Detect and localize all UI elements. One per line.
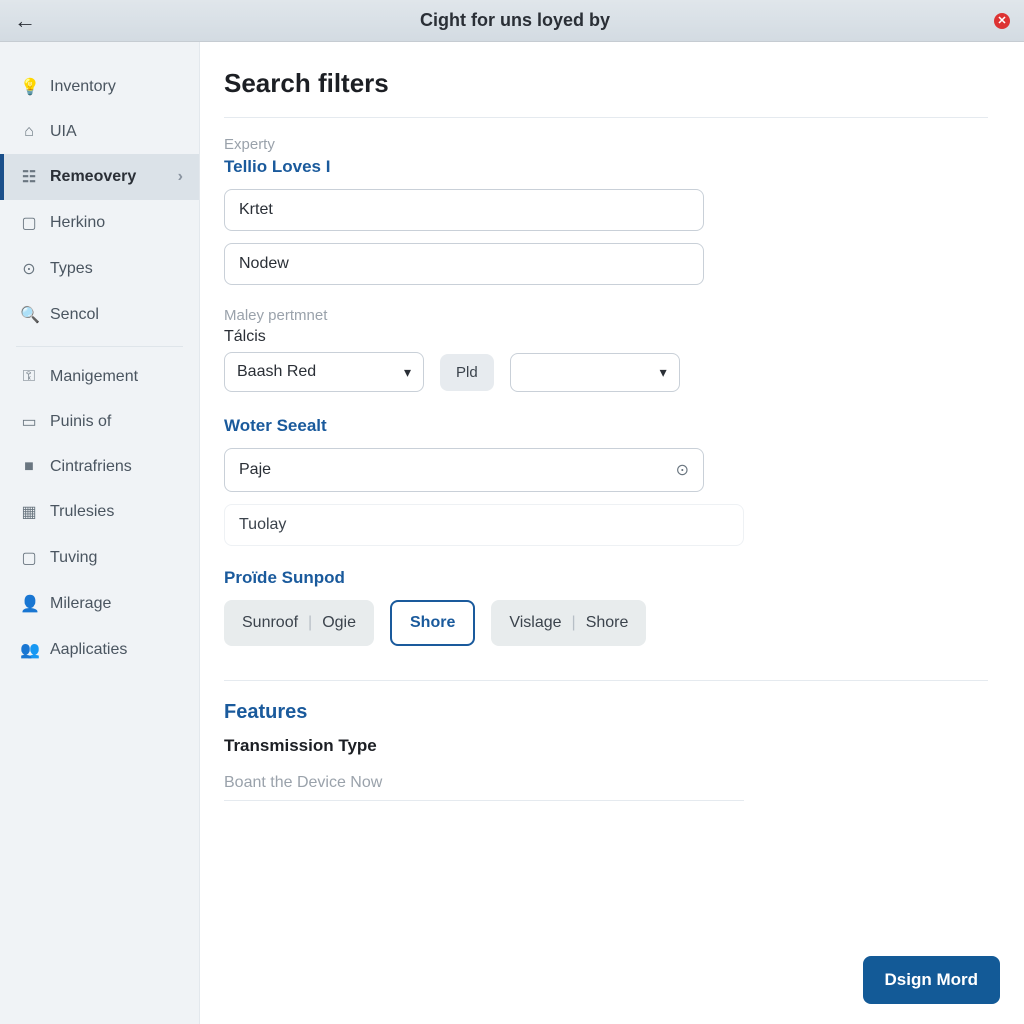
chip-sunroof-ogie[interactable]: Sunroof | Ogie xyxy=(224,600,374,646)
sidebar-item-label: Manigement xyxy=(50,368,138,386)
sidebar-item-trulesies[interactable]: ▦ Trulesies xyxy=(0,489,199,535)
sidebar: 💡 Inventory ⌂ UIA ☷ Remeovery › ▢ Herkin… xyxy=(0,42,200,1024)
sidebar-item-types[interactable]: ⊙ Types xyxy=(0,246,199,292)
group-title-woter: Woter Seealt xyxy=(224,416,988,436)
home-icon: ⌂ xyxy=(20,123,38,141)
sidebar-item-label: Sencol xyxy=(50,306,99,324)
group-note: Experty xyxy=(224,136,988,153)
square-icon: ■ xyxy=(20,458,38,476)
people-icon: 👥 xyxy=(20,640,38,660)
chip-text-b: Ogie xyxy=(322,614,356,632)
app-window: ← Cight for uns loyed by ✕ 💡 Inventory ⌂… xyxy=(0,0,1024,1024)
titlebar: ← Cight for uns loyed by ✕ xyxy=(0,0,1024,42)
sidebar-item-label: Trulesies xyxy=(50,503,114,521)
table-icon: ▦ xyxy=(20,502,38,522)
sidebar-item-label: Inventory xyxy=(50,78,116,96)
box-icon: ▢ xyxy=(20,548,38,568)
sidebar-item-manigement[interactable]: ⚿ Manigement xyxy=(0,355,199,399)
sidebar-item-label: Remeovery xyxy=(50,168,136,186)
clock-icon: ⊙ xyxy=(20,259,38,279)
sidebar-item-label: Milerage xyxy=(50,595,111,613)
sidebar-item-herkino[interactable]: ▢ Herkino xyxy=(0,200,199,246)
transmission-type-label: Transmission Type xyxy=(224,736,988,756)
talcis-row: Baash Red ▾ Pld ▾ xyxy=(224,352,988,392)
person-icon: 👤 xyxy=(20,594,38,614)
chevron-down-icon: ▾ xyxy=(660,364,667,381)
back-icon[interactable]: ← xyxy=(14,8,36,34)
rect-icon: ▭ xyxy=(20,412,38,432)
search-icon: 🔍 xyxy=(20,305,38,325)
sidebar-item-tuving[interactable]: ▢ Tuving xyxy=(0,535,199,581)
group-title-proide: Proïde Sunpod xyxy=(224,568,988,588)
nodew-input[interactable] xyxy=(239,255,689,273)
chip-shore[interactable]: Shore xyxy=(390,600,475,646)
window-title: Cight for uns loyed by xyxy=(36,10,994,31)
sidebar-item-label: UIA xyxy=(50,123,77,141)
main-content: Search filters Experty Tellio Loves I Ma… xyxy=(200,42,1024,1024)
sidebar-item-milerage[interactable]: 👤 Milerage xyxy=(0,581,199,627)
sidebar-item-label: Cintrafriens xyxy=(50,458,132,476)
sidebar-item-label: Puinis of xyxy=(50,413,111,431)
page-title: Search filters xyxy=(224,68,988,99)
group-title-tellio: Tellio Loves I xyxy=(224,157,988,177)
sidebar-item-uia[interactable]: ⌂ UIA xyxy=(0,110,199,154)
chevron-right-icon: › xyxy=(178,168,183,186)
sidebar-item-cintrafriens[interactable]: ■ Cintrafriens xyxy=(0,445,199,489)
select-value: Baash Red xyxy=(237,363,316,381)
lightbulb-icon: 💡 xyxy=(20,77,38,97)
chip-vislage-shore[interactable]: Vislage | Shore xyxy=(491,600,646,646)
sidebar-item-label: Tuving xyxy=(50,549,97,567)
sidebar-item-label: Types xyxy=(50,260,93,278)
sidebar-item-label: Aaplicaties xyxy=(50,641,127,659)
device-now-placeholder[interactable]: Boant the Device Now xyxy=(224,774,744,801)
sidebar-item-sencol[interactable]: 🔍 Sencol xyxy=(0,292,199,338)
circle-icon[interactable]: ⊙ xyxy=(676,460,689,480)
chip-divider: | xyxy=(308,614,312,632)
grid-icon: ☷ xyxy=(20,167,38,187)
nodew-field[interactable] xyxy=(224,243,704,285)
dsign-mord-button[interactable]: Dsign Mord xyxy=(863,956,1001,1004)
sidebar-item-label: Herkino xyxy=(50,214,105,232)
chip-divider: | xyxy=(572,614,576,632)
sidebar-item-puinis[interactable]: ▭ Puinis of xyxy=(0,399,199,445)
chip-text-a: Sunroof xyxy=(242,614,298,632)
divider xyxy=(224,117,988,118)
chip-text-a: Shore xyxy=(410,614,455,632)
sidebar-item-inventory[interactable]: 💡 Inventory xyxy=(0,64,199,110)
sidebar-item-remeovery[interactable]: ☷ Remeovery › xyxy=(0,154,199,200)
krtet-field[interactable] xyxy=(224,189,704,231)
empty-select[interactable]: ▾ xyxy=(510,353,680,392)
paje-field[interactable]: ⊙ xyxy=(224,448,704,492)
pld-pill[interactable]: Pld xyxy=(440,354,494,391)
key-icon: ⚿ xyxy=(20,368,38,386)
chevron-down-icon: ▾ xyxy=(404,364,411,381)
chip-row: Sunroof | Ogie Shore Vislage | Shore xyxy=(224,600,988,646)
baash-red-select[interactable]: Baash Red ▾ xyxy=(224,352,424,392)
paje-input[interactable] xyxy=(239,461,676,479)
app-body: 💡 Inventory ⌂ UIA ☷ Remeovery › ▢ Herkin… xyxy=(0,42,1024,1024)
talcis-label: Tálcis xyxy=(224,328,988,346)
close-icon[interactable]: ✕ xyxy=(994,13,1010,29)
section-divider xyxy=(224,680,988,681)
features-title: Features xyxy=(224,701,988,724)
krtet-input[interactable] xyxy=(239,201,689,219)
tuolay-field[interactable]: Tuolay xyxy=(224,504,744,546)
sidebar-separator xyxy=(16,346,183,347)
group-note-2: Maley pertmnet xyxy=(224,307,988,324)
chip-text-a: Vislage xyxy=(509,614,561,632)
bookmark-icon: ▢ xyxy=(20,213,38,233)
chip-text-b: Shore xyxy=(586,614,629,632)
sidebar-item-aaplicaties[interactable]: 👥 Aaplicaties xyxy=(0,627,199,673)
